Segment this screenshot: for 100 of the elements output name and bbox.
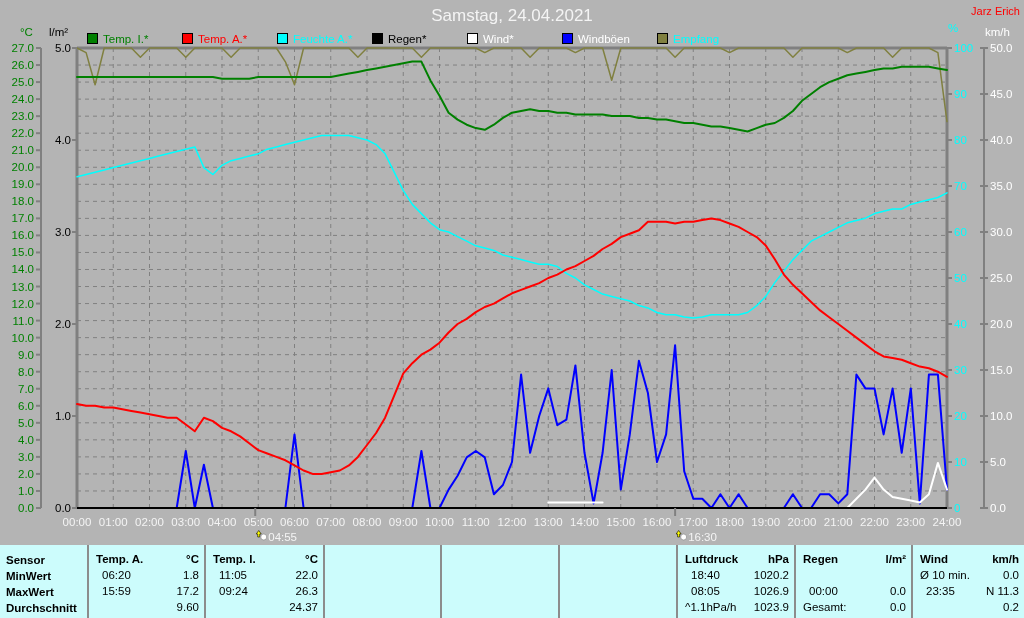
column-header: Temp. I. <box>213 552 256 568</box>
table-cell-text: 15:59 <box>101 584 131 600</box>
axis-tick-label: 12:00 <box>497 516 527 528</box>
row-label: MaxWert <box>6 585 55 600</box>
table-cell-text: N 11.3 <box>985 584 1019 600</box>
axis-tick-label: 02:00 <box>135 516 164 528</box>
row-label: MinWert <box>6 569 53 584</box>
table-cell-text: 08:05 <box>690 584 720 600</box>
column-header: Wind <box>920 552 948 568</box>
time-label: 16:30 <box>688 530 717 543</box>
axis-tick-label: 30 <box>954 364 967 376</box>
table-cell-text: 24.37 <box>289 600 318 616</box>
axis-tick-label: 25.0 <box>11 76 34 89</box>
axis-tick-label: 80 <box>954 134 967 146</box>
legend-label: Temp. I.* <box>103 32 149 45</box>
axis-unit-label: km/h <box>985 26 1010 38</box>
axis-tick-label: 8.0 <box>18 365 34 378</box>
axis-tick-label: 0 <box>954 502 961 514</box>
axis-tick-label: 10 <box>954 456 967 468</box>
axis-tick-label: 17.0 <box>11 212 34 225</box>
axis-tick-label: 12.0 <box>11 297 34 310</box>
axis-tick-label: 1.0 <box>55 410 71 422</box>
column-header: Luftdruck <box>685 552 739 568</box>
axis-tick-label: 2.0 <box>18 467 34 480</box>
table-cell-text: 26.3 <box>295 584 318 600</box>
row-label: Durchschnitt <box>6 601 78 616</box>
axis-tick-label: 70 <box>954 180 967 192</box>
axis-tick-label: 50 <box>954 272 967 284</box>
axis-tick-label: 23:00 <box>896 516 926 528</box>
axis-tick-label: 27.0 <box>11 42 34 54</box>
axis-tick-label: 2.0 <box>55 318 71 330</box>
legend-label: Regen* <box>388 32 427 45</box>
axis-tick-label: 6.0 <box>18 399 34 412</box>
legend-label: Windböen <box>578 32 630 45</box>
legend-label: Feuchte A.* <box>293 32 353 45</box>
axis-tick-label: 11:00 <box>461 516 490 528</box>
table-cell-text: 0.0 <box>890 584 906 600</box>
table-cell-text: 0.0 <box>890 600 906 616</box>
chart-title: Samstag, 24.04.2021 <box>431 5 593 24</box>
axis-tick-label: 3.0 <box>18 450 34 463</box>
axis-tick-label: 60 <box>954 226 967 238</box>
time-label: 04:55 <box>268 530 297 543</box>
axis-unit-label: °C <box>20 26 33 38</box>
table-cell-text: 00:00 <box>808 584 838 600</box>
axis-tick-label: 16.0 <box>11 229 34 242</box>
axis-tick-label: 4.0 <box>18 433 34 446</box>
column-header: Regen <box>803 552 839 568</box>
column-header: Temp. A. <box>96 552 144 568</box>
axis-tick-label: 5.0 <box>990 456 1006 468</box>
axis-tick-label: 00:00 <box>62 516 92 528</box>
table-cell-text: 0.0 <box>1003 568 1019 584</box>
legend-label: Empfang <box>673 32 720 45</box>
legend-label: Temp. A.* <box>198 32 248 45</box>
table-cell-text: 18:40 <box>690 568 720 584</box>
unit-label: °C <box>186 552 199 568</box>
axis-tick-label: 7.0 <box>18 382 34 395</box>
axis-tick-label: 19:00 <box>751 516 781 528</box>
axis-tick-label: 26.0 <box>11 59 34 72</box>
table-cell-text: 11:05 <box>218 568 247 584</box>
column-header: Sensor <box>6 553 46 568</box>
table-cell-text: 0.2 <box>1003 600 1019 616</box>
axis-unit-label: l/m² <box>49 26 69 38</box>
axis-tick-label: 20:00 <box>787 516 817 528</box>
axis-tick-label: 9.0 <box>18 348 34 361</box>
axis-tick-label: 40 <box>954 318 967 330</box>
axis-tick-label: 15:00 <box>606 516 636 528</box>
axis-tick-label: 23.0 <box>11 110 34 123</box>
table-cell-text: 9.60 <box>176 600 199 616</box>
axis-tick-label: 40.0 <box>990 134 1013 146</box>
axis-tick-label: 30.0 <box>990 226 1013 238</box>
axis-tick-label: 0.0 <box>990 502 1006 514</box>
unit-label: km/h <box>992 552 1019 568</box>
axis-tick-label: 08:00 <box>352 516 382 528</box>
axis-tick-label: 0.0 <box>55 502 71 514</box>
axis-tick-label: 10:00 <box>425 516 454 528</box>
axis-tick-label: 25.0 <box>990 272 1013 284</box>
axis-tick-label: 20.0 <box>11 161 34 174</box>
axis-tick-label: 22.0 <box>11 127 34 140</box>
axis-tick-label: 0.0 <box>18 502 34 514</box>
axis-tick-label: 90 <box>954 88 967 100</box>
axis-tick-label: 06:00 <box>280 516 309 528</box>
axis-tick-label: 10.0 <box>990 410 1013 422</box>
axis-tick-label: 10.0 <box>11 331 34 344</box>
table-cell-text: 1.8 <box>183 568 199 584</box>
axis-tick-label: 22:00 <box>860 516 889 528</box>
axis-tick-label: 35.0 <box>990 180 1013 192</box>
axis-unit-label: % <box>948 24 959 34</box>
axis-tick-label: 100 <box>954 42 974 54</box>
sun-arrow-icon <box>675 530 687 541</box>
table-cell-text: Gesamt: <box>802 600 847 616</box>
unit-label: l/m² <box>885 552 906 568</box>
table-cell-text: 1020.2 <box>753 568 789 584</box>
axis-tick-label: 17:00 <box>678 516 708 528</box>
axis-tick-label: 13:00 <box>533 516 563 528</box>
axis-tick-label: 5.0 <box>55 42 71 54</box>
axis-tick-label: 15.0 <box>11 246 34 259</box>
table-cell-text: 17.2 <box>176 584 199 600</box>
axis-tick-label: 20 <box>954 410 967 422</box>
axis-tick-label: 15.0 <box>990 364 1013 376</box>
axis-tick-label: 4.0 <box>55 134 71 146</box>
